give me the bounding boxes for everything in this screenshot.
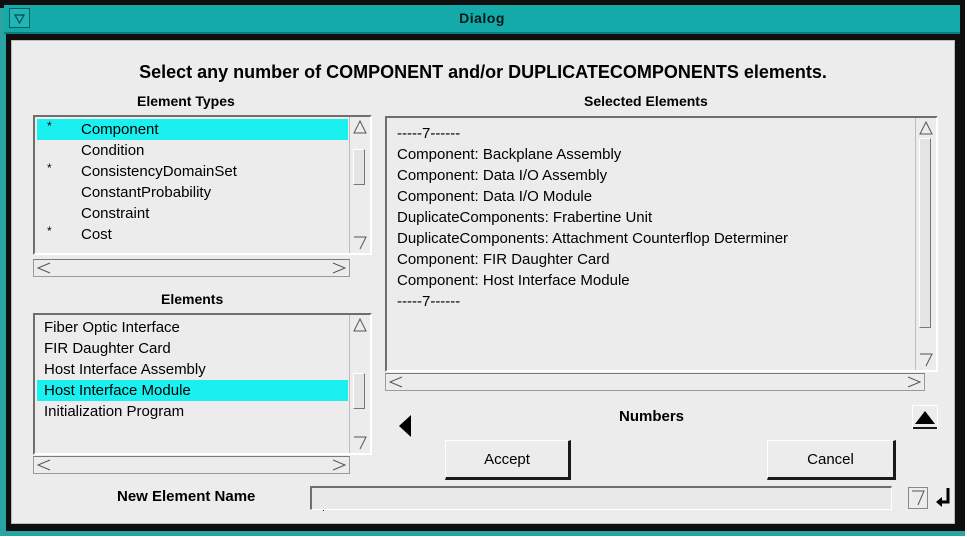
name-dropdown-icon[interactable]: [908, 487, 928, 509]
element-type-label: Cost: [81, 226, 112, 243]
element-type-item[interactable]: Constraint: [37, 203, 348, 224]
element-type-label: Condition: [81, 142, 145, 159]
text-cursor: .: [322, 503, 325, 514]
elements-label: Elements: [161, 291, 224, 307]
scroll-thumb[interactable]: [353, 149, 365, 185]
selected-element-line: Component: Host Interface Module: [397, 272, 630, 289]
selected-element-line: Component: Data I/O Module: [397, 188, 593, 205]
element-type-item[interactable]: * Cost: [37, 224, 348, 245]
elements-hscroll[interactable]: [33, 456, 350, 474]
element-types-label: Element Types: [137, 93, 235, 109]
title-bar[interactable]: Dialog: [4, 5, 960, 34]
scroll-left-icon[interactable]: [37, 459, 51, 471]
previous-arrow-icon[interactable]: [397, 413, 413, 439]
elements-list[interactable]: Fiber Optic Interface FIR Daughter Card Ho…: [33, 313, 372, 455]
selected-elements-label: Selected Elements: [584, 93, 708, 109]
scroll-down-icon[interactable]: [353, 436, 367, 450]
cancel-button[interactable]: Cancel: [767, 440, 896, 480]
window-title: Dialog: [459, 10, 505, 26]
selected-element-line: Component: Data I/O Assembly: [397, 167, 608, 184]
element-type-item[interactable]: * Component: [37, 119, 348, 140]
element-item[interactable]: Host Interface Assembly: [37, 359, 348, 380]
element-item[interactable]: FIR Daughter Card: [37, 338, 348, 359]
element-types-list[interactable]: * Component Condition * ConsistencyDomainSet…: [33, 115, 372, 255]
enter-icon[interactable]: [935, 486, 953, 508]
element-type-item[interactable]: ConstantProbability: [37, 182, 348, 203]
element-type-item[interactable]: Condition: [37, 140, 348, 161]
selected-element-line: -----7------: [397, 293, 461, 310]
element-type-label: Constraint: [81, 205, 150, 222]
selected-elements-hscroll[interactable]: [385, 373, 925, 391]
elements-items: Fiber Optic Interface FIR Daughter Card Ho…: [37, 317, 348, 422]
next-arrow-icon[interactable]: [912, 405, 938, 429]
window-border-left: [0, 8, 6, 532]
selected-elements-text[interactable]: -----7------ Component: Backplane Assembl…: [385, 116, 938, 372]
element-types-items: * Component Condition * ConsistencyDomainSet…: [37, 119, 348, 245]
scroll-right-icon[interactable]: [907, 376, 921, 388]
numbers-label: Numbers: [619, 408, 685, 425]
element-type-label: Component: [81, 121, 159, 138]
scroll-left-icon[interactable]: [389, 376, 403, 388]
scroll-thumb[interactable]: [919, 138, 931, 328]
scroll-right-icon[interactable]: [332, 459, 346, 471]
scroll-up-icon[interactable]: [353, 120, 367, 134]
scroll-up-icon[interactable]: [919, 121, 933, 135]
new-element-name-label: New Element Name: [117, 488, 256, 505]
dialog-body: Select any number of COMPONENT and/or DU…: [11, 40, 955, 524]
window-border-bottom: [0, 531, 965, 536]
selected-element-line: Component: FIR Daughter Card: [397, 251, 610, 268]
new-element-name-input[interactable]: .: [310, 486, 892, 514]
selected-elements-lines: -----7------ Component: Backplane Assembl…: [397, 123, 906, 312]
scroll-left-icon[interactable]: [37, 262, 51, 274]
accept-button[interactable]: Accept: [445, 440, 571, 480]
selected-element-line: DuplicateComponents: Attachment Counterf…: [397, 230, 789, 247]
scroll-right-icon[interactable]: [332, 262, 346, 274]
required-marker: *: [47, 119, 52, 133]
element-type-item[interactable]: * ConsistencyDomainSet: [37, 161, 348, 182]
required-marker: *: [47, 161, 52, 175]
element-types-hscroll[interactable]: [33, 259, 350, 277]
elements-vscroll[interactable]: [349, 315, 370, 453]
scroll-up-icon[interactable]: [353, 318, 367, 332]
element-types-vscroll[interactable]: [349, 117, 370, 253]
element-item[interactable]: Initialization Program: [37, 401, 348, 422]
scroll-thumb[interactable]: [353, 373, 365, 409]
selected-element-line: Component: Backplane Assembly: [397, 146, 622, 163]
element-item[interactable]: Host Interface Module: [37, 380, 348, 401]
selected-element-line: DuplicateComponents: Frabertine Unit: [397, 209, 653, 226]
required-marker: *: [47, 224, 52, 238]
selected-elements-vscroll[interactable]: [915, 118, 936, 370]
selected-element-line: -----7------: [397, 125, 461, 142]
scroll-down-icon[interactable]: [353, 236, 367, 250]
element-type-label: ConstantProbability: [81, 184, 212, 201]
instruction-text: Select any number of COMPONENT and/or DU…: [139, 62, 827, 82]
element-item[interactable]: Fiber Optic Interface: [37, 317, 348, 338]
scroll-down-icon[interactable]: [919, 353, 933, 367]
element-type-label: ConsistencyDomainSet: [81, 163, 237, 180]
